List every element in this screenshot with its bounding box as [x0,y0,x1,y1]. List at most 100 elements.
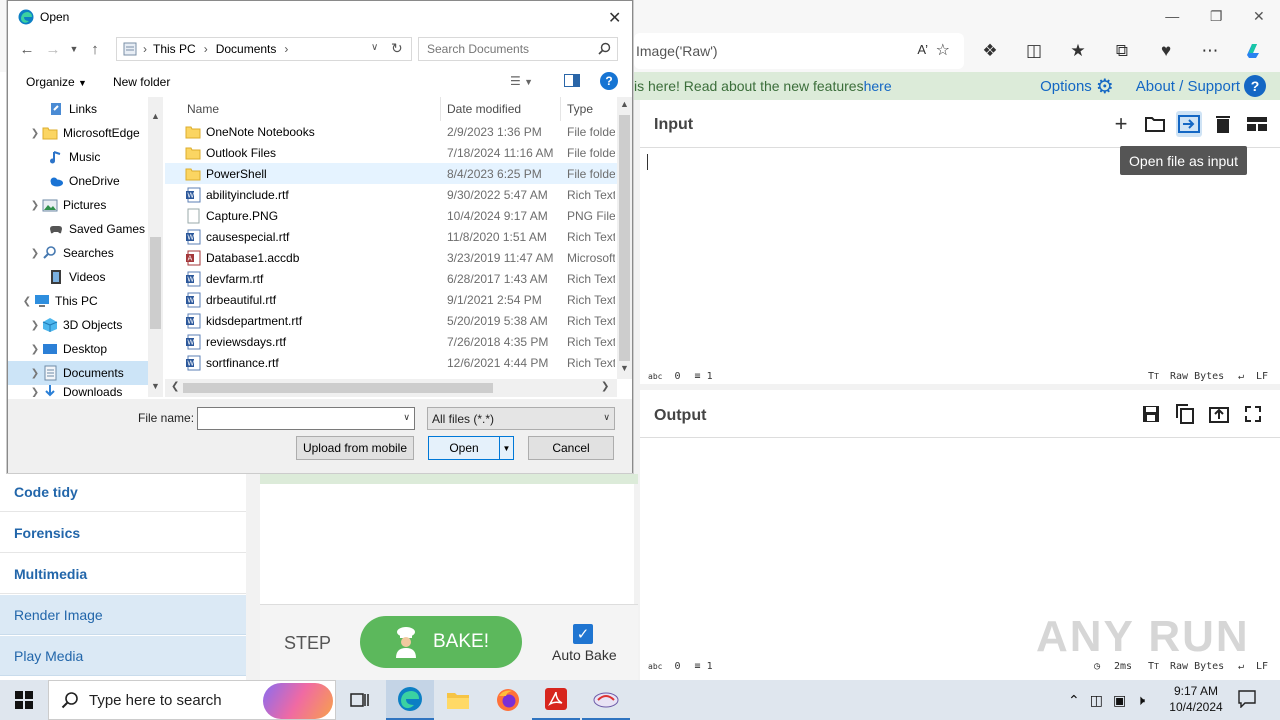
firefox-icon[interactable] [484,680,532,720]
new-folder-button[interactable]: New folder [103,75,180,89]
open-button[interactable]: Open ▼ [428,436,514,460]
category-forensics[interactable]: Forensics [0,513,246,553]
tree-item-onedrive[interactable]: OneDrive [8,169,163,193]
volume-icon[interactable]: 🕨 [1136,692,1145,709]
file-list-hscrollbar[interactable]: ❮ ❯ [165,379,617,397]
options-link[interactable]: Options [1040,78,1092,95]
cancel-button[interactable]: Cancel [528,436,614,460]
task-view-icon[interactable] [336,680,384,720]
view-options-icon[interactable]: ☰ ▼ [510,74,533,88]
file-explorer-icon[interactable] [434,680,482,720]
step-button[interactable]: STEP [284,633,331,654]
search-input[interactable]: Search Documents [418,37,618,61]
breadcrumb-this-pc[interactable]: This PC [153,42,196,56]
tree-item-searches[interactable]: ❯ Searches [8,241,163,265]
favorite-star-icon[interactable]: ☆ [936,40,950,60]
column-divider[interactable] [246,474,260,680]
organize-menu[interactable]: Organize ▼ [8,75,97,89]
close-window-icon[interactable]: ✕ [1253,8,1265,25]
filename-input[interactable]: ∨ [197,407,415,430]
tree-item-microsoftedge[interactable]: ❯ MicrosoftEdge [8,121,163,145]
acrobat-icon[interactable] [532,680,580,720]
banner-link[interactable]: here [864,78,892,94]
file-row[interactable]: Wreviewsdays.rtf 7/26/2018 4:35 PM Rich Te… [165,331,631,352]
split-screen-icon[interactable]: ◫ [1019,36,1049,66]
input-encoding[interactable]: Raw Bytes [1170,371,1224,382]
tree-item-links[interactable]: Links [8,97,163,121]
output-eol[interactable]: LF [1256,661,1268,672]
performance-icon[interactable]: ♥ [1151,36,1181,66]
file-row[interactable]: Capture.PNG 10/4/2024 9:17 AM PNG File [165,205,631,226]
tree-item-downloads[interactable]: ❯ Downloads [8,385,163,397]
tree-item-videos[interactable]: Videos [8,265,163,289]
input-eol[interactable]: LF [1256,371,1268,382]
category-code-tidy[interactable]: Code tidy [0,472,246,512]
breadcrumb-documents[interactable]: Documents [216,42,277,56]
encoding-icon[interactable]: TT [1148,661,1159,672]
address-bar[interactable]: Image('Raw') A’ ☆ [634,33,964,69]
eol-icon[interactable]: ↵ [1238,371,1244,382]
file-row[interactable]: A Database1.accdb 3/23/2019 11:47 AM Micros… [165,247,631,268]
filetype-select[interactable]: All files (*.*) ∨ [427,407,615,430]
device-icon[interactable]: ◫ [1090,692,1103,709]
tree-item-this-pc[interactable]: ❮ This PC [8,289,163,313]
tree-item-3d-objects[interactable]: ❯ 3D Objects [8,313,163,337]
file-row[interactable]: OneNote Notebooks 2/9/2023 1:36 PM File fo… [165,121,631,142]
forward-arrow-icon[interactable]: → [42,38,64,60]
file-row[interactable]: Wsortfinance.rtf 12/6/2021 4:44 PM Rich Te… [165,352,631,373]
more-menu-icon[interactable]: ⋯ [1195,36,1225,66]
category-multimedia[interactable]: Multimedia [0,554,246,594]
restore-icon[interactable]: ❐ [1210,8,1223,25]
gear-icon[interactable]: ⚙ [1096,74,1114,99]
file-row[interactable]: PowerShell 8/4/2023 6:25 PM File folder [165,163,631,184]
extensions-icon[interactable]: ❖ [975,36,1005,66]
notifications-icon[interactable] [1238,690,1256,708]
show-hidden-icons-icon[interactable]: ⌃ [1068,692,1080,709]
taskbar-edge-icon[interactable] [386,680,434,720]
open-file-as-input-icon[interactable] [1176,111,1202,137]
tree-item-pictures[interactable]: ❯ Pictures [8,193,163,217]
layout-icon[interactable] [1244,111,1270,137]
tree-scrollbar[interactable]: ▲ ▼ [148,97,163,397]
maximize-icon[interactable] [1240,401,1266,427]
clock[interactable]: 9:17 AM 10/4/2024 [1166,683,1226,715]
tree-item-desktop[interactable]: ❯ Desktop [8,337,163,361]
up-arrow-icon[interactable]: ↑ [84,38,106,60]
taskbar-search-input[interactable]: Type here to search [48,680,336,720]
encoding-icon[interactable]: TT [1148,371,1159,382]
open-dropdown-icon[interactable]: ▼ [499,437,513,459]
breadcrumb[interactable]: › This PC › Documents › ∨ ↻ [116,37,412,61]
tree-item-documents[interactable]: ❯ Documents [8,361,163,385]
collections-icon[interactable]: ⧉ [1107,36,1137,66]
file-row[interactable]: Wkidsdepartment.rtf 5/20/2019 5:38 AM Rich… [165,310,631,331]
dialog-help-icon[interactable]: ? [600,72,618,90]
recent-locations-icon[interactable]: ▼ [68,38,80,60]
file-row[interactable]: Wabilityinclude.rtf 9/30/2022 5:47 AM Rich… [165,184,631,205]
output-encoding[interactable]: Raw Bytes [1170,661,1224,672]
copilot-icon[interactable] [1239,36,1269,66]
network-icon[interactable]: ▣ [1113,692,1126,709]
chevron-down-icon[interactable]: ∨ [403,412,410,423]
save-icon[interactable] [1138,401,1164,427]
read-aloud-icon[interactable]: A’ [917,42,928,57]
preview-pane-icon[interactable] [564,74,580,87]
add-input-icon[interactable]: + [1108,111,1134,137]
column-date-modified[interactable]: Date modified [441,97,561,121]
favorites-icon[interactable]: ★ [1063,36,1093,66]
operation-render-image[interactable]: Render Image [0,595,246,635]
dialog-close-icon[interactable]: ✕ [608,8,621,28]
about-support-link[interactable]: About / Support [1136,78,1240,95]
operation-play-media[interactable]: Play Media [0,636,246,676]
chevron-down-icon[interactable]: ∨ [371,42,378,53]
copy-icon[interactable] [1172,401,1198,427]
start-button[interactable] [0,680,48,720]
refresh-icon[interactable]: ↻ [391,40,403,57]
minimize-icon[interactable]: — [1165,8,1179,24]
open-folder-icon[interactable] [1142,111,1168,137]
column-divider[interactable] [634,100,640,680]
file-row[interactable]: Outlook Files 7/18/2024 11:16 AM File fold… [165,142,631,163]
help-icon[interactable]: ? [1244,75,1266,97]
file-row[interactable]: Wdrbeautiful.rtf 9/1/2021 2:54 PM Rich Tex… [165,289,631,310]
column-name[interactable]: Name [165,97,441,121]
back-arrow-icon[interactable]: ← [16,38,38,60]
